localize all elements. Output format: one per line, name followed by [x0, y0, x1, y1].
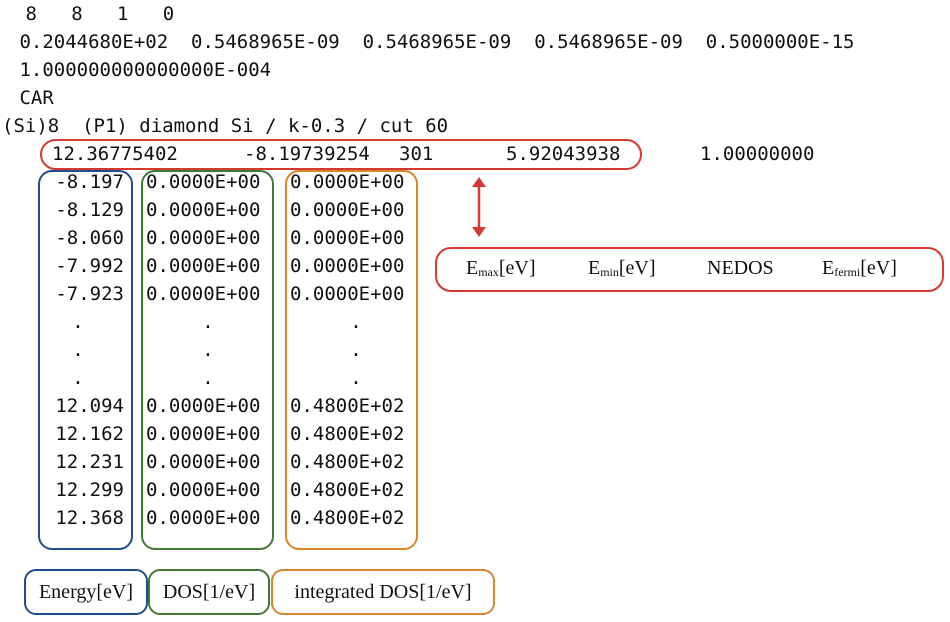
- header-line-4: CAR: [8, 87, 54, 109]
- ellipsis-dot: .: [350, 339, 362, 361]
- idos-value: 0.4800E+02: [290, 451, 405, 473]
- idos-value: 0.0000E+00: [290, 171, 405, 193]
- dos-value: 0.0000E+00: [146, 423, 261, 445]
- idos-value: 0.0000E+00: [290, 283, 405, 305]
- efermi-value: 5.92043938: [506, 143, 621, 165]
- dos-value: 0.0000E+00: [146, 227, 261, 249]
- header-line-5: (Si)8 (P1) diamond Si / k-0.3 / cut 60: [2, 115, 449, 137]
- idos-value: 0.0000E+00: [290, 199, 405, 221]
- ellipsis-dot: .: [202, 339, 214, 361]
- energy-value: -7.992: [55, 255, 124, 277]
- ellipsis-dot: .: [72, 311, 84, 333]
- emin-value: -8.19739254: [244, 143, 370, 165]
- legend-energy: Energy[eV]: [24, 569, 148, 615]
- ellipsis-dot: .: [72, 367, 84, 389]
- idos-value: 0.4800E+02: [290, 395, 405, 417]
- idos-value: 0.4800E+02: [290, 507, 405, 529]
- legend-integrated-dos: integrated DOS[1/eV]: [271, 569, 495, 615]
- dos-value: 0.0000E+00: [146, 507, 261, 529]
- emin-label: Emin[eV]: [588, 257, 656, 279]
- idos-column: 0.0000E+00 0.0000E+00 0.0000E+00 0.0000E…: [290, 168, 414, 532]
- ellipsis-dot: .: [350, 311, 362, 333]
- dos-value: 0.0000E+00: [146, 395, 261, 417]
- idos-value: 0.0000E+00: [290, 227, 405, 249]
- dos-column: 0.0000E+00 0.0000E+00 0.0000E+00 0.0000E…: [146, 168, 270, 532]
- legend-dos: DOS[1/eV]: [148, 569, 270, 615]
- emax-value: 12.36775402: [52, 143, 178, 165]
- ellipsis-dot: .: [202, 367, 214, 389]
- energy-column: -8.197 -8.129 -8.060 -7.992 -7.923 . . .…: [40, 168, 124, 532]
- dos-value: 0.0000E+00: [146, 199, 261, 221]
- ellipsis-dot: .: [72, 339, 84, 361]
- ellipsis-dot: .: [202, 311, 214, 333]
- header-line-3: 1.000000000000000E-004: [8, 59, 272, 81]
- idos-value: 0.0000E+00: [290, 255, 405, 277]
- weight-value: 1.00000000: [700, 143, 815, 165]
- idos-value: 0.4800E+02: [290, 423, 405, 445]
- idos-value: 0.4800E+02: [290, 479, 405, 501]
- dos-value: 0.0000E+00: [146, 255, 261, 277]
- energy-value: 12.299: [55, 479, 124, 501]
- nedos-label: NEDOS: [707, 257, 774, 279]
- energy-value: -8.197: [55, 171, 124, 193]
- header-line-2: 0.2044680E+02 0.5468965E-09 0.5468965E-0…: [8, 31, 855, 53]
- dos-value: 0.0000E+00: [146, 451, 261, 473]
- energy-value: -7.923: [55, 283, 124, 305]
- efermi-label: Efermi[eV]: [822, 257, 897, 279]
- energy-value: 12.162: [55, 423, 124, 445]
- energy-value: -8.129: [55, 199, 124, 221]
- nedos-value: 301: [399, 143, 434, 165]
- energy-value: 12.368: [55, 507, 124, 529]
- ellipsis-dot: .: [350, 367, 362, 389]
- energy-value: -8.060: [55, 227, 124, 249]
- energy-value: 12.094: [55, 395, 124, 417]
- energy-value: 12.231: [55, 451, 124, 473]
- dos-value: 0.0000E+00: [146, 479, 261, 501]
- emax-label: Emax[eV]: [466, 257, 536, 279]
- double-arrow-icon: [472, 177, 486, 237]
- dos-value: 0.0000E+00: [146, 283, 261, 305]
- dos-value: 0.0000E+00: [146, 171, 261, 193]
- header-line-1: 8 8 1 0: [14, 3, 175, 25]
